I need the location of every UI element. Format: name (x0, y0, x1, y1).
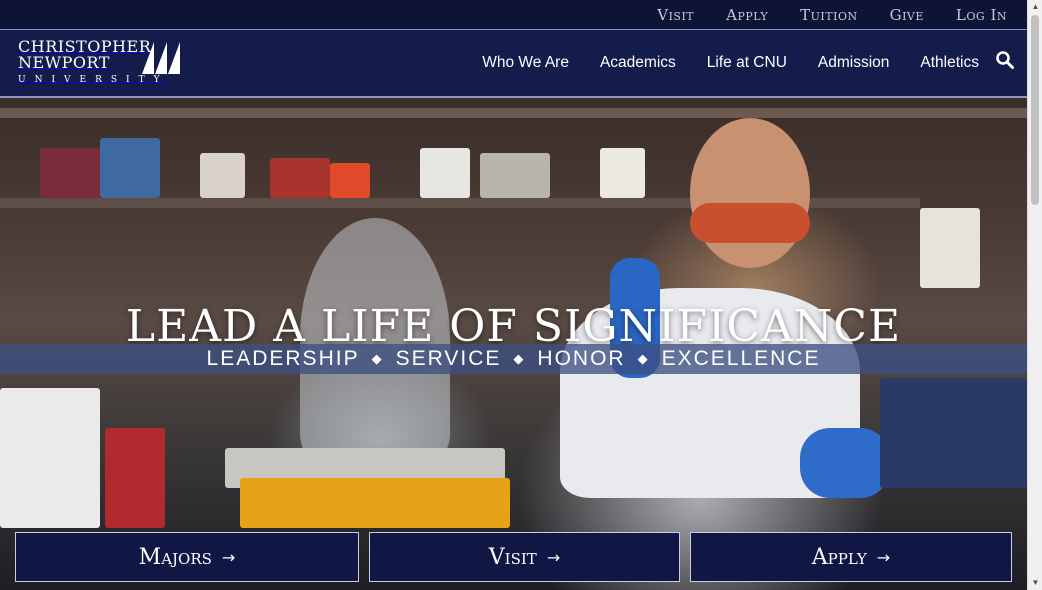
apply-button[interactable]: Apply → (690, 532, 1012, 582)
apply-button-label: Apply (811, 544, 867, 570)
value-excellence: EXCELLENCE (661, 347, 821, 370)
nav-academics[interactable]: Academics (600, 54, 676, 72)
visit-button[interactable]: Visit → (369, 532, 680, 582)
scrollbar-thumb[interactable] (1031, 15, 1039, 205)
arrow-right-icon: → (221, 547, 236, 567)
scroll-up-icon[interactable]: ▲ (1028, 0, 1042, 14)
utility-link-login[interactable]: Log In (956, 6, 1007, 24)
diamond-separator-icon: ◆ (371, 351, 384, 366)
value-leadership: LEADERSHIP (206, 347, 360, 370)
majors-button[interactable]: Majors → (15, 532, 359, 582)
main-header: CHRISTOPHER NEWPORT UNIVERSITY Who We Ar… (0, 29, 1027, 98)
arrow-right-icon: → (876, 547, 891, 567)
nav-athletics[interactable]: Athletics (920, 54, 979, 72)
utility-link-visit[interactable]: Visit (657, 6, 694, 24)
university-logo[interactable]: CHRISTOPHER NEWPORT UNIVERSITY (18, 39, 183, 89)
diamond-separator-icon: ◆ (637, 351, 650, 366)
search-icon[interactable] (995, 50, 1015, 70)
hero-banner: LEAD A LIFE OF SIGNIFICANCE LEADERSHIP ◆… (0, 98, 1027, 590)
utility-link-tuition[interactable]: Tuition (800, 6, 857, 24)
visit-button-label: Visit (488, 544, 537, 570)
diamond-separator-icon: ◆ (513, 351, 526, 366)
scroll-down-icon[interactable]: ▼ (1028, 576, 1042, 590)
nav-admission[interactable]: Admission (818, 54, 890, 72)
sails-logo-icon (142, 42, 180, 74)
logo-line-3: UNIVERSITY (18, 75, 169, 85)
values-band: LEADERSHIP ◆ SERVICE ◆ HONOR ◆ EXCELLENC… (0, 344, 1027, 374)
nav-life-at-cnu[interactable]: Life at CNU (707, 54, 787, 72)
arrow-right-icon: → (546, 547, 561, 567)
main-nav: Who We Are Academics Life at CNU Admissi… (451, 30, 979, 96)
value-honor: HONOR (537, 347, 626, 370)
utility-bar: Visit Apply Tuition Give Log In (0, 0, 1027, 29)
nav-who-we-are[interactable]: Who We Are (482, 54, 569, 72)
utility-link-apply[interactable]: Apply (726, 6, 768, 24)
page-scrollbar[interactable]: ▲ ▼ (1027, 0, 1042, 590)
value-service: SERVICE (395, 347, 502, 370)
majors-button-label: Majors (138, 544, 212, 570)
utility-link-give[interactable]: Give (890, 6, 924, 24)
